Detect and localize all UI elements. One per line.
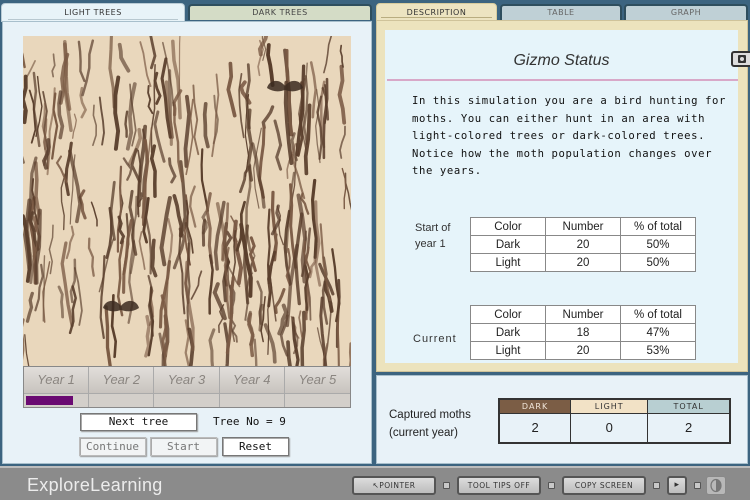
indicator-light bbox=[443, 482, 450, 489]
year-progress-cell bbox=[154, 393, 220, 407]
tab-table[interactable]: TABLE bbox=[500, 4, 622, 20]
table-row: Light 20 50% bbox=[470, 253, 696, 272]
reset-button[interactable]: Reset bbox=[222, 437, 289, 456]
table-header-row: Color Number % of total bbox=[470, 305, 696, 324]
tree-panel: Year 1 Year 2 Year 3 Year 4 Year 5 Next … bbox=[2, 21, 372, 464]
year-progress-cell bbox=[284, 393, 350, 407]
captured-header-row: DARK LIGHT TOTAL bbox=[498, 398, 731, 414]
tool-tips-button[interactable]: TOOL TIPS OFF bbox=[457, 476, 541, 495]
left-panel: LIGHT TREES DARK TREES Year 1 Year 2 Yea… bbox=[0, 0, 374, 466]
header-cell: Number bbox=[545, 217, 621, 236]
header-cell: % of total bbox=[620, 305, 696, 324]
captured-label-line2: (current year) bbox=[389, 427, 459, 439]
gizmo-status-title: Gizmo Status bbox=[513, 52, 610, 69]
number-cell: 18 bbox=[545, 323, 621, 342]
year-progress-strip: Year 1 Year 2 Year 3 Year 4 Year 5 bbox=[23, 366, 351, 408]
percent-cell: 47% bbox=[620, 323, 696, 342]
current-label: Current bbox=[413, 333, 457, 345]
tree-bark-image[interactable] bbox=[23, 36, 351, 366]
header-cell: % of total bbox=[620, 217, 696, 236]
indicator-light bbox=[694, 482, 701, 489]
captured-moths-table: DARK LIGHT TOTAL 2 0 2 bbox=[498, 398, 731, 444]
gizmo-app: LIGHT TREES DARK TREES Year 1 Year 2 Yea… bbox=[0, 0, 750, 500]
tab-table-label: TABLE bbox=[547, 8, 575, 17]
table-row: Dark 18 47% bbox=[470, 323, 696, 342]
play-icon[interactable]: ▸ bbox=[667, 476, 687, 495]
percent-cell: 50% bbox=[620, 253, 696, 272]
camera-lens bbox=[738, 55, 746, 63]
percent-cell: 53% bbox=[620, 341, 696, 360]
captured-moths-panel: Captured moths (current year) DARK LIGHT… bbox=[376, 375, 748, 464]
indicator-light bbox=[548, 482, 555, 489]
year-label: Year 2 bbox=[89, 367, 155, 393]
tab-dark-trees[interactable]: DARK TREES bbox=[188, 4, 372, 20]
year-label: Year 3 bbox=[154, 367, 220, 393]
right-panel: DESCRIPTION TABLE GRAPH Gizmo Status In … bbox=[374, 0, 750, 466]
captured-dark-value: 2 bbox=[498, 412, 572, 444]
year-progress-bar bbox=[26, 396, 74, 405]
tab-underline bbox=[8, 19, 178, 20]
gizmo-status-area: Gizmo Status In this simulation you are … bbox=[385, 30, 750, 363]
year-progress-cell bbox=[24, 393, 90, 407]
captured-total-value: 2 bbox=[647, 412, 731, 444]
tab-description[interactable]: DESCRIPTION bbox=[376, 3, 497, 21]
captured-light-value: 0 bbox=[570, 412, 649, 444]
table-row: Light 20 53% bbox=[470, 341, 696, 360]
header-cell: Color bbox=[470, 217, 546, 236]
captured-total-header: TOTAL bbox=[647, 398, 731, 414]
indicator-light bbox=[653, 482, 660, 489]
tree-number-readout: Tree No = 9 bbox=[213, 415, 286, 428]
current-population-table: Color Number % of total Dark 18 47% Ligh… bbox=[470, 305, 696, 360]
start-label-line2: year 1 bbox=[415, 238, 446, 250]
camera-icon[interactable] bbox=[731, 51, 750, 67]
contrast-glyph bbox=[710, 478, 722, 493]
year-label: Year 1 bbox=[24, 367, 90, 393]
title-divider bbox=[387, 79, 738, 81]
explorelearning-logo: ExploreLearning bbox=[27, 475, 163, 495]
continue-button[interactable]: Continue bbox=[79, 437, 146, 456]
year-label: Year 4 bbox=[219, 367, 285, 393]
number-cell: 20 bbox=[545, 235, 621, 254]
color-cell: Light bbox=[470, 341, 546, 360]
number-cell: 20 bbox=[545, 341, 621, 360]
description-panel: Gizmo Status In this simulation you are … bbox=[376, 20, 750, 372]
captured-label-line1: Captured moths bbox=[389, 409, 471, 421]
description-text: In this simulation you are a bird huntin… bbox=[412, 95, 727, 177]
start-button[interactable]: Start bbox=[150, 437, 217, 456]
tab-graph-label: GRAPH bbox=[670, 8, 702, 17]
table-row: Dark 20 50% bbox=[470, 235, 696, 254]
copy-screen-button[interactable]: COPY SCREEN bbox=[562, 476, 646, 495]
header-cell: Color bbox=[470, 305, 546, 324]
color-cell: Dark bbox=[470, 235, 546, 254]
start-population-table: Color Number % of total Dark 20 50% Ligh… bbox=[470, 217, 696, 272]
captured-moths-label: Captured moths (current year) bbox=[389, 406, 471, 442]
tree-bark-area[interactable] bbox=[23, 36, 351, 366]
tab-light-trees-label: LIGHT TREES bbox=[64, 8, 122, 17]
percent-cell: 50% bbox=[620, 235, 696, 254]
tab-description-label: DESCRIPTION bbox=[406, 8, 467, 17]
pointer-button[interactable]: ↖POINTER bbox=[352, 476, 436, 495]
table-header-row: Color Number % of total bbox=[470, 217, 696, 236]
number-cell: 20 bbox=[545, 253, 621, 272]
next-tree-button[interactable]: Next tree bbox=[80, 413, 197, 431]
header-cell: Number bbox=[545, 305, 621, 324]
color-cell: Light bbox=[470, 253, 546, 272]
tab-dark-trees-label: DARK TREES bbox=[252, 8, 308, 17]
captured-light-header: LIGHT bbox=[570, 398, 649, 414]
tab-underline bbox=[381, 17, 492, 18]
captured-dark-header: DARK bbox=[498, 398, 572, 414]
start-label-line1: Start of bbox=[415, 222, 451, 234]
year-progress-cell bbox=[219, 393, 285, 407]
year-label: Year 5 bbox=[284, 367, 350, 393]
tab-graph[interactable]: GRAPH bbox=[624, 4, 748, 20]
captured-values-row: 2 0 2 bbox=[498, 412, 731, 444]
tab-light-trees[interactable]: LIGHT TREES bbox=[1, 3, 185, 22]
contrast-icon[interactable] bbox=[706, 476, 726, 495]
year-progress-cell bbox=[89, 393, 155, 407]
color-cell: Dark bbox=[470, 323, 546, 342]
bottom-toolbar: ExploreLearning ↖POINTER TOOL TIPS OFF C… bbox=[0, 466, 750, 500]
start-of-year-label: Start of year 1 bbox=[415, 220, 450, 252]
